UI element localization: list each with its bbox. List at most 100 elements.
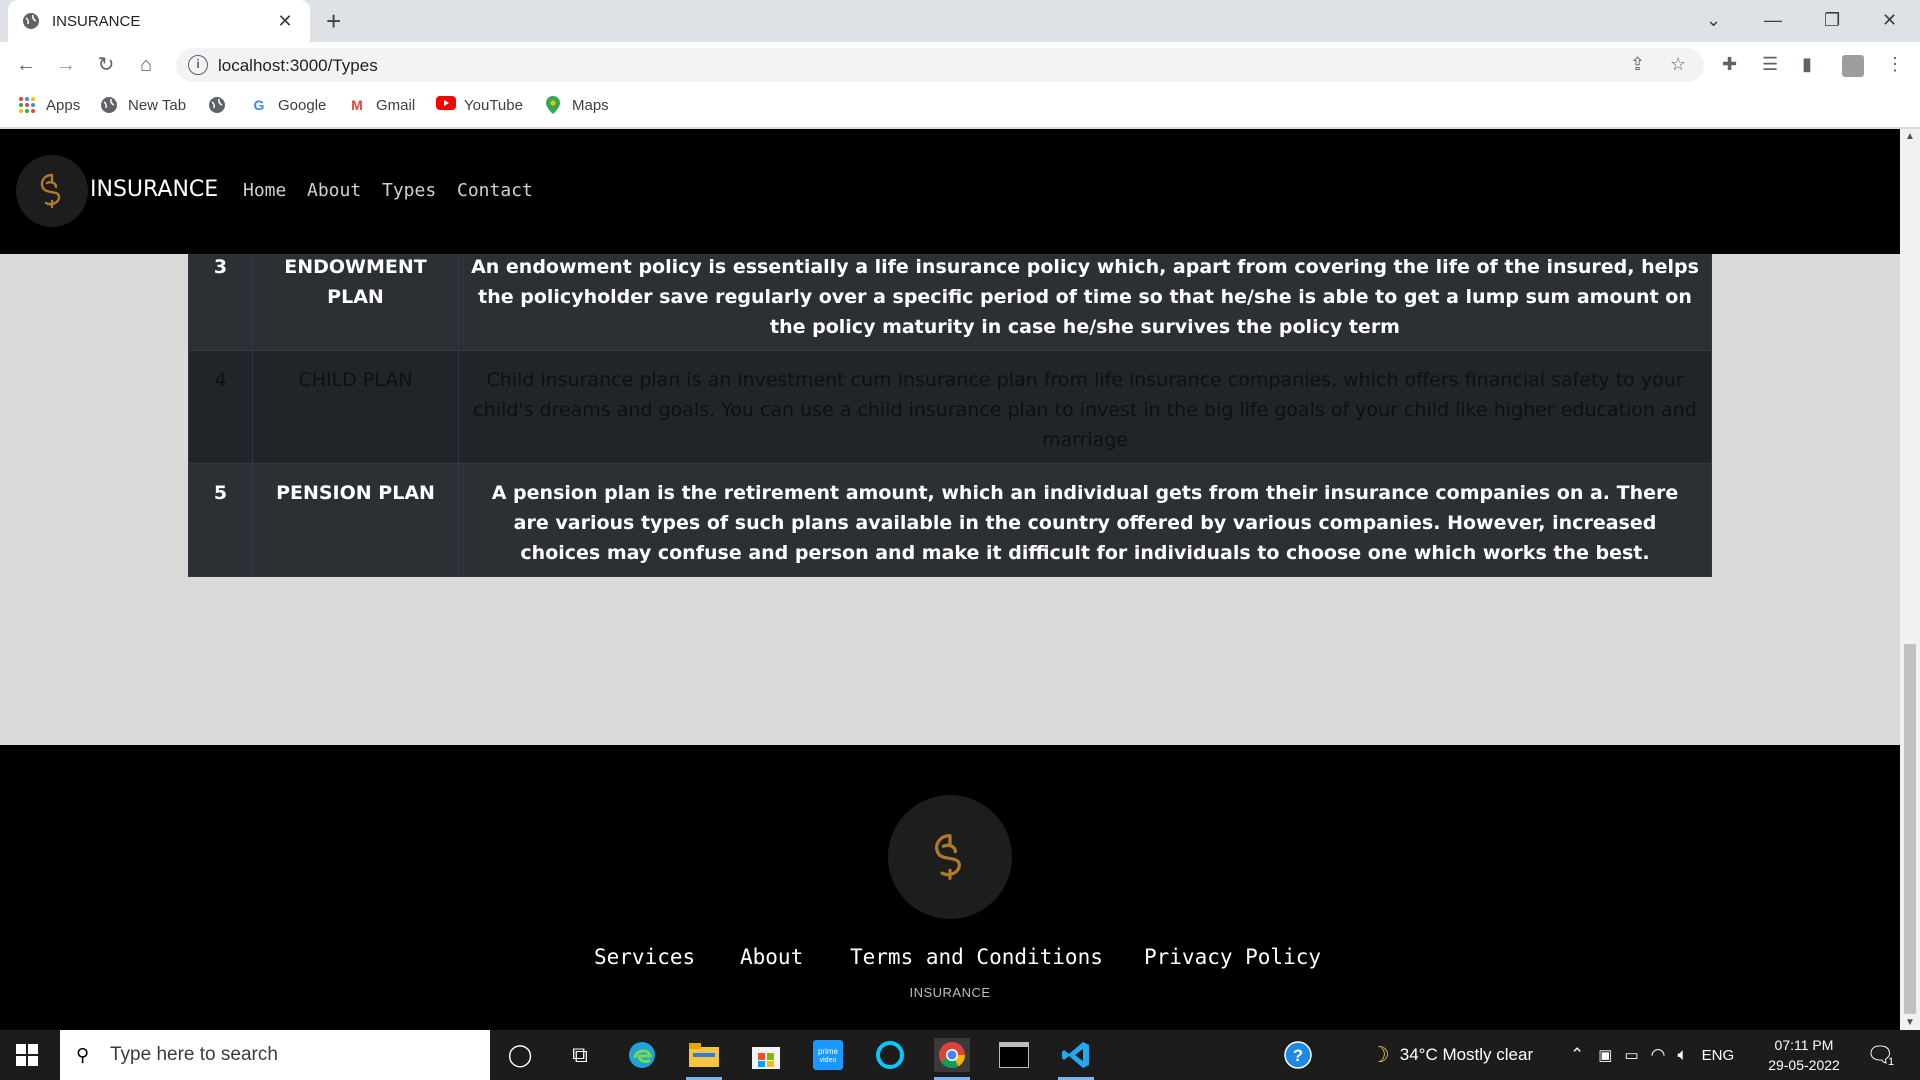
battery-icon[interactable]: ▭: [1624, 1046, 1638, 1064]
maps-icon: [544, 96, 562, 114]
page-scrollbar[interactable]: ▲ ▼: [1900, 129, 1920, 1030]
new-tab-button[interactable]: +: [326, 8, 341, 34]
plan-description: An endowment policy is essentially a lif…: [458, 237, 1712, 351]
plan-name: PENSION PLAN: [252, 463, 459, 577]
globe-icon: [100, 96, 118, 114]
footer-logo[interactable]: [888, 795, 1012, 919]
tab-title: INSURANCE: [52, 12, 141, 30]
task-view-icon[interactable]: ⧉: [562, 1038, 598, 1072]
taskbar-search[interactable]: ⚲ Type here to search: [60, 1030, 490, 1080]
file-explorer-icon[interactable]: [686, 1038, 722, 1080]
scrollbar-thumb[interactable]: [1904, 644, 1916, 1014]
nav-about[interactable]: About: [307, 180, 361, 201]
terminal-icon[interactable]: [996, 1038, 1032, 1072]
vscode-icon[interactable]: [1058, 1038, 1094, 1080]
edge-icon[interactable]: [624, 1038, 660, 1072]
profile-avatar[interactable]: [1842, 55, 1864, 77]
notification-count: 1: [1887, 1056, 1895, 1068]
share-icon[interactable]: ⇪: [1630, 54, 1645, 75]
bookmark-maps[interactable]: Maps: [544, 96, 609, 114]
table-row: 3 ENDOWMENT PLAN An endowment policy is …: [188, 237, 1712, 351]
tab-search-icon[interactable]: ⌄: [1706, 6, 1721, 34]
clock-date: 29-05-2022: [1768, 1057, 1840, 1073]
side-panel-icon[interactable]: ▮: [1802, 54, 1812, 75]
menu-kebab-icon[interactable]: ⋮: [1886, 54, 1904, 75]
prime-video-icon[interactable]: prime video: [810, 1038, 846, 1072]
forward-arrow-icon[interactable]: →: [52, 52, 80, 78]
volume-icon[interactable]: 🔈︎: [1677, 1045, 1687, 1065]
home-icon[interactable]: ⌂: [132, 52, 160, 78]
svg-text:video: video: [820, 1057, 837, 1064]
browser-tab[interactable]: INSURANCE ✕: [8, 0, 310, 42]
footer-link-services[interactable]: Services: [594, 945, 695, 969]
microsoft-store-icon[interactable]: [748, 1038, 784, 1072]
bookmark-label: New Tab: [128, 96, 187, 114]
alexa-icon[interactable]: [872, 1038, 908, 1072]
clock-time: 07:11 PM: [1774, 1037, 1834, 1053]
browser-toolbar: ← → ↻ ⌂ i localhost:3000/Types ⇪ ☆ ✚ ☰ ▮…: [0, 42, 1920, 88]
bookmark-globe[interactable]: [208, 96, 236, 114]
moon-icon: ☽: [1370, 1042, 1390, 1067]
table-row: 5 PENSION PLAN A pension plan is the ret…: [188, 463, 1712, 577]
close-window-button[interactable]: ✕: [1882, 6, 1897, 34]
url-text[interactable]: localhost:3000/Types: [218, 56, 378, 76]
insurance-types-table-wrapper: 3 ENDOWMENT PLAN An endowment policy is …: [188, 237, 1712, 577]
meet-now-icon[interactable]: ▣: [1598, 1046, 1612, 1064]
chevron-up-icon[interactable]: ⌃: [1570, 1045, 1584, 1065]
tray-icons: ⌃ ▣ ▭ ◠ 🔈︎ ENG: [1570, 1030, 1734, 1080]
notifications-button[interactable]: 🗨︎ 1: [1866, 1030, 1894, 1080]
nav-contact[interactable]: Contact: [457, 180, 533, 201]
scroll-down-arrow-icon[interactable]: ▼: [1900, 1017, 1920, 1028]
plan-name: ENDOWMENT PLAN: [252, 237, 459, 351]
brand-logo-icon: [935, 834, 961, 880]
globe-icon: [208, 96, 226, 114]
nav-home[interactable]: Home: [243, 180, 286, 201]
language-indicator[interactable]: ENG: [1702, 1047, 1735, 1064]
address-bar[interactable]: i localhost:3000/Types ⇪ ☆: [176, 48, 1704, 82]
site-header: INSURANCE Home About Types Contact: [0, 129, 1900, 254]
footer-link-terms[interactable]: Terms and Conditions: [850, 945, 1103, 969]
restore-button[interactable]: ❐: [1824, 6, 1840, 34]
tab-strip: INSURANCE ✕ + ⌄ — ❐ ✕: [0, 0, 1920, 42]
nav-types[interactable]: Types: [382, 180, 436, 201]
clock[interactable]: 07:11 PM 29-05-2022: [1764, 1035, 1844, 1075]
bookmark-google[interactable]: G Google: [250, 96, 327, 114]
extensions-icon[interactable]: ✚: [1722, 54, 1737, 75]
back-arrow-icon[interactable]: ←: [12, 52, 40, 78]
tab-close-icon[interactable]: ✕: [274, 11, 296, 32]
reading-list-icon[interactable]: ☰: [1762, 54, 1778, 75]
bookmark-label: Google: [278, 96, 327, 114]
brand-logo[interactable]: [16, 155, 88, 227]
bookmark-label: Apps: [46, 96, 81, 114]
insurance-types-table: 3 ENDOWMENT PLAN An endowment policy is …: [188, 237, 1712, 577]
windows-start-icon[interactable]: [16, 1044, 38, 1066]
brand-name[interactable]: INSURANCE: [90, 177, 218, 202]
weather-widget[interactable]: ☽ 34°C Mostly clear: [1370, 1030, 1533, 1080]
footer-link-about[interactable]: About: [740, 945, 803, 969]
bookmark-gmail[interactable]: M Gmail: [348, 96, 415, 114]
scroll-up-arrow-icon[interactable]: ▲: [1900, 131, 1920, 142]
site-footer: Services About Terms and Conditions Priv…: [0, 745, 1900, 1030]
help-icon[interactable]: ?: [1280, 1038, 1316, 1072]
chrome-icon[interactable]: [934, 1038, 970, 1080]
bookmark-new-tab[interactable]: New Tab: [100, 96, 186, 114]
table-row: 4 CHILD PLAN Child insurance plan is an …: [188, 350, 1712, 464]
wifi-icon[interactable]: ◠: [1651, 1045, 1666, 1065]
svg-text:prime: prime: [818, 1047, 839, 1056]
minimize-button[interactable]: —: [1764, 6, 1782, 34]
bookmark-star-icon[interactable]: ☆: [1670, 54, 1686, 75]
footer-brand: INSURANCE: [909, 985, 991, 1000]
site-info-icon[interactable]: i: [188, 55, 208, 75]
plan-name: CHILD PLAN: [252, 350, 459, 464]
row-number: 4: [188, 350, 253, 464]
reload-icon[interactable]: ↻: [92, 52, 120, 78]
svg-text:?: ?: [1293, 1046, 1303, 1065]
taskbar: ⚲ Type here to search ◯ ⧉ prime video ? ☽…: [0, 1030, 1920, 1080]
footer-link-privacy[interactable]: Privacy Policy: [1144, 945, 1321, 969]
bookmark-youtube[interactable]: YouTube: [436, 96, 523, 114]
search-placeholder[interactable]: Type here to search: [110, 1044, 278, 1066]
cortana-icon[interactable]: ◯: [502, 1038, 538, 1072]
bookmark-label: Gmail: [376, 96, 416, 114]
plan-description: A pension plan is the retirement amount,…: [458, 463, 1712, 577]
bookmark-apps[interactable]: Apps: [18, 96, 80, 114]
